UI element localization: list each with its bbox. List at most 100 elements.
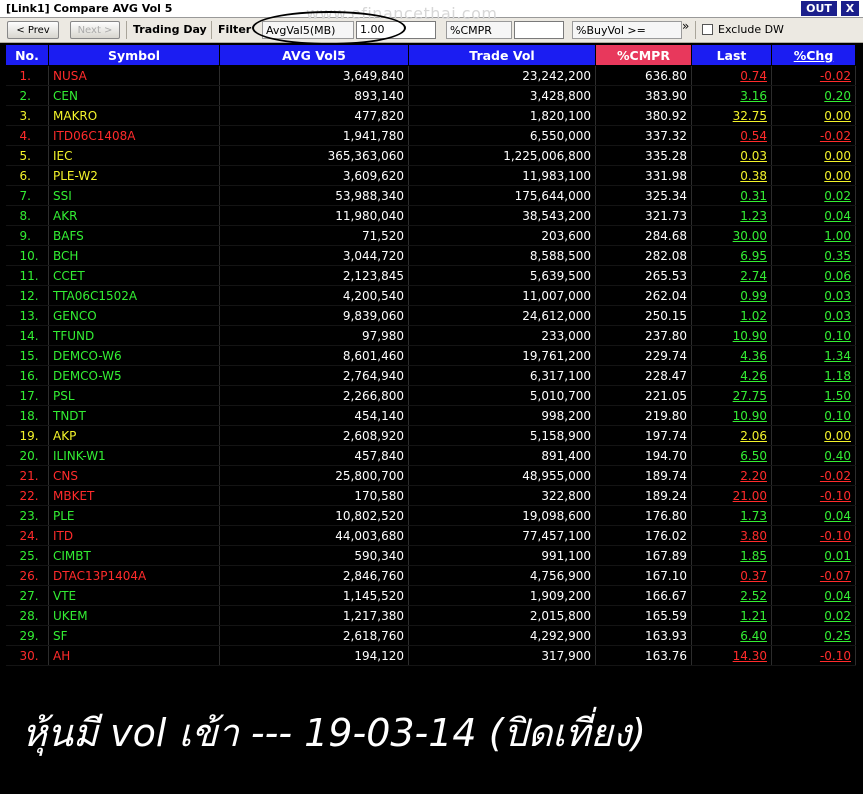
row-chg[interactable]: 0.00	[771, 105, 856, 126]
row-last[interactable]: 1.21	[691, 605, 772, 626]
row-last[interactable]: 14.30	[691, 645, 772, 666]
row-symbol[interactable]: DEMCO-W5	[48, 365, 220, 386]
row-last[interactable]: 4.26	[691, 365, 772, 386]
row-chg[interactable]: 0.00	[771, 165, 856, 186]
table-row[interactable]: 12. TTA06C1502A 4,200,540 11,007,000 262.04 0…	[5, 285, 856, 306]
exclude-dw-checkbox[interactable]	[702, 24, 713, 35]
row-symbol[interactable]: SSI	[48, 185, 220, 206]
col-header-avg-vol5[interactable]: AVG Vol5	[219, 44, 409, 66]
row-symbol[interactable]: AH	[48, 645, 220, 666]
row-last[interactable]: 4.36	[691, 345, 772, 366]
table-row[interactable]: 26. DTAC13P1404A 2,846,760 4,756,900 167.10 0…	[5, 565, 856, 586]
row-last[interactable]: 27.75	[691, 385, 772, 406]
row-symbol[interactable]: MAKRO	[48, 105, 220, 126]
row-symbol[interactable]: AKR	[48, 205, 220, 226]
row-last[interactable]: 0.38	[691, 165, 772, 186]
row-chg[interactable]: 0.00	[771, 425, 856, 446]
row-chg[interactable]: 0.40	[771, 445, 856, 466]
row-last[interactable]: 1.02	[691, 305, 772, 326]
table-row[interactable]: 20. ILINK-W1 457,840 891,400 194.70 6.50 0.40	[5, 445, 856, 466]
row-chg[interactable]: 0.00	[771, 145, 856, 166]
row-symbol[interactable]: DEMCO-W6	[48, 345, 220, 366]
more-filters-icon[interactable]: »	[682, 17, 689, 35]
row-last[interactable]: 6.50	[691, 445, 772, 466]
table-row[interactable]: 2. CEN 893,140 3,428,800 383.90 3.16 0.20	[5, 85, 856, 106]
table-row[interactable]: 27. VTE 1,145,520 1,909,200 166.67 2.52 0.04	[5, 585, 856, 606]
row-last[interactable]: 30.00	[691, 225, 772, 246]
row-chg[interactable]: 0.02	[771, 185, 856, 206]
row-last[interactable]: 2.74	[691, 265, 772, 286]
row-chg[interactable]: 0.01	[771, 545, 856, 566]
row-chg[interactable]: 1.50	[771, 385, 856, 406]
row-symbol[interactable]: CNS	[48, 465, 220, 486]
row-last[interactable]: 3.16	[691, 85, 772, 106]
row-chg[interactable]: -0.02	[771, 65, 856, 86]
col-header-chg[interactable]: %Chg	[771, 44, 856, 66]
table-row[interactable]: 8. AKR 11,980,040 38,543,200 321.73 1.23 0.04	[5, 205, 856, 226]
row-symbol[interactable]: VTE	[48, 585, 220, 606]
row-last[interactable]: 0.99	[691, 285, 772, 306]
table-row[interactable]: 13. GENCO 9,839,060 24,612,000 250.15 1.02 0.0…	[5, 305, 856, 326]
row-symbol[interactable]: PLE-W2	[48, 165, 220, 186]
row-symbol[interactable]: TTA06C1502A	[48, 285, 220, 306]
table-row[interactable]: 21. CNS 25,800,700 48,955,000 189.74 2.20 -0.0…	[5, 465, 856, 486]
row-symbol[interactable]: ILINK-W1	[48, 445, 220, 466]
table-row[interactable]: 11. CCET 2,123,845 5,639,500 265.53 2.74 0.06	[5, 265, 856, 286]
row-chg[interactable]: 0.10	[771, 405, 856, 426]
row-last[interactable]: 2.20	[691, 465, 772, 486]
row-symbol[interactable]: AKP	[48, 425, 220, 446]
row-last[interactable]: 6.40	[691, 625, 772, 646]
col-header-last[interactable]: Last	[691, 44, 772, 66]
row-symbol[interactable]: BCH	[48, 245, 220, 266]
row-symbol[interactable]: IEC	[48, 145, 220, 166]
row-symbol[interactable]: TFUND	[48, 325, 220, 346]
row-symbol[interactable]: GENCO	[48, 305, 220, 326]
row-chg[interactable]: -0.02	[771, 125, 856, 146]
row-last[interactable]: 0.37	[691, 565, 772, 586]
table-row[interactable]: 22. MBKET 170,580 322,800 189.24 21.00 -0.10	[5, 485, 856, 506]
row-last[interactable]: 0.54	[691, 125, 772, 146]
row-symbol[interactable]: SF	[48, 625, 220, 646]
row-symbol[interactable]: ITD06C1408A	[48, 125, 220, 146]
table-row[interactable]: 29. SF 2,618,760 4,292,900 163.93 6.40 0.25	[5, 625, 856, 646]
row-chg[interactable]: 0.04	[771, 505, 856, 526]
table-row[interactable]: 4. ITD06C1408A 1,941,780 6,550,000 337.32 0.5…	[5, 125, 856, 146]
table-row[interactable]: 14. TFUND 97,980 233,000 237.80 10.90 0.10	[5, 325, 856, 346]
col-header-trade-vol[interactable]: Trade Vol	[408, 44, 596, 66]
table-row[interactable]: 25. CIMBT 590,340 991,100 167.89 1.85 0.01	[5, 545, 856, 566]
cmpr-filter-input[interactable]	[514, 21, 564, 39]
row-last[interactable]: 10.90	[691, 405, 772, 426]
table-row[interactable]: 23. PLE 10,802,520 19,098,600 176.80 1.73 0.04	[5, 505, 856, 526]
row-chg[interactable]: 0.04	[771, 205, 856, 226]
row-last[interactable]: 21.00	[691, 485, 772, 506]
row-last[interactable]: 0.31	[691, 185, 772, 206]
row-chg[interactable]: -0.10	[771, 645, 856, 666]
col-header-cmpr[interactable]: %CMPR	[595, 44, 692, 66]
table-row[interactable]: 6. PLE-W2 3,609,620 11,983,100 331.98 0.38 0.0…	[5, 165, 856, 186]
table-row[interactable]: 9. BAFS 71,520 203,600 284.68 30.00 1.00	[5, 225, 856, 246]
row-chg[interactable]: 0.04	[771, 585, 856, 606]
table-row[interactable]: 18. TNDT 454,140 998,200 219.80 10.90 0.10	[5, 405, 856, 426]
row-symbol[interactable]: CCET	[48, 265, 220, 286]
out-button[interactable]: OUT	[801, 1, 837, 16]
col-header-no[interactable]: No.	[5, 44, 49, 66]
row-last[interactable]: 0.03	[691, 145, 772, 166]
table-row[interactable]: 7. SSI 53,988,340 175,644,000 325.34 0.31 0.02	[5, 185, 856, 206]
row-chg[interactable]: 0.03	[771, 285, 856, 306]
row-chg[interactable]: 1.18	[771, 365, 856, 386]
row-last[interactable]: 2.06	[691, 425, 772, 446]
table-row[interactable]: 19. AKP 2,608,920 5,158,900 197.74 2.06 0.00	[5, 425, 856, 446]
row-last[interactable]: 1.73	[691, 505, 772, 526]
row-symbol[interactable]: DTAC13P1404A	[48, 565, 220, 586]
table-row[interactable]: 16. DEMCO-W5 2,764,940 6,317,100 228.47 4.26 1…	[5, 365, 856, 386]
prev-button[interactable]: < Prev	[7, 21, 59, 39]
row-symbol[interactable]: TNDT	[48, 405, 220, 426]
row-last[interactable]: 3.80	[691, 525, 772, 546]
table-row[interactable]: 1. NUSA 3,649,840 23,242,200 636.80 0.74 -0.02	[5, 65, 856, 86]
row-last[interactable]: 2.52	[691, 585, 772, 606]
table-row[interactable]: 15. DEMCO-W6 8,601,460 19,761,200 229.74 4.36…	[5, 345, 856, 366]
row-chg[interactable]: 1.00	[771, 225, 856, 246]
row-symbol[interactable]: PLE	[48, 505, 220, 526]
row-symbol[interactable]: PSL	[48, 385, 220, 406]
row-chg[interactable]: 1.34	[771, 345, 856, 366]
